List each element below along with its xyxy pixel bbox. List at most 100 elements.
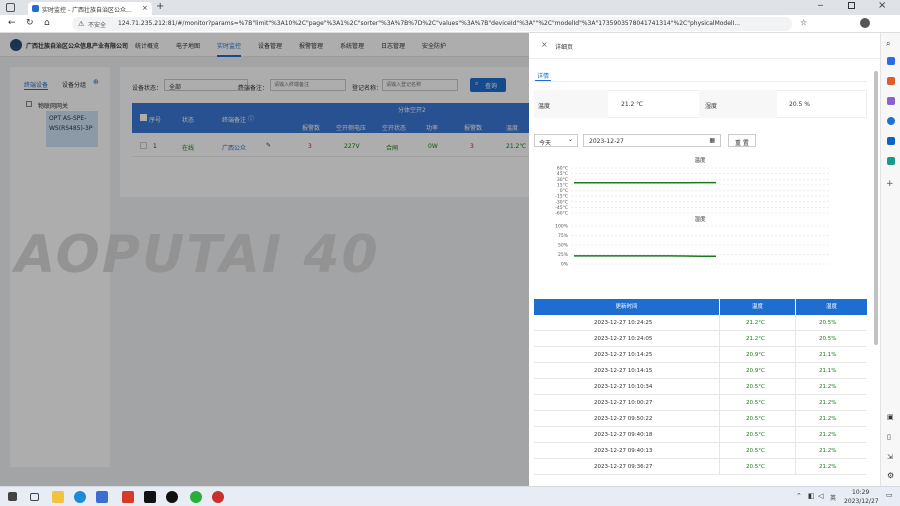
ime-lang[interactable]: 英 — [830, 493, 836, 502]
table-row: 2023-12-27 10:24:05 21.2°C 20.5% — [534, 331, 867, 347]
add-icon[interactable]: + — [886, 179, 894, 189]
warning-icon: ⚠ — [78, 20, 85, 28]
notification-icon[interactable]: ▭ — [886, 491, 893, 499]
outlook-icon[interactable] — [887, 137, 895, 145]
capcut-icon[interactable] — [144, 491, 156, 503]
wechat-icon[interactable] — [190, 491, 202, 503]
row-time: 2023-12-27 10:14:25 — [594, 352, 653, 358]
table-row: 2023-12-27 10:24:25 21.2°C 20.5% — [534, 315, 867, 331]
row-time: 2023-12-27 10:24:05 — [594, 336, 653, 342]
tag-icon[interactable] — [887, 57, 895, 65]
row-time: 2023-12-27 10:10:34 — [594, 384, 653, 390]
y-tick-label: 100% — [555, 224, 569, 230]
tab-close-icon[interactable]: × — [142, 4, 148, 12]
drawer-close-icon[interactable]: × — [541, 40, 548, 49]
date-picker[interactable]: 2023-12-27 ▦ — [583, 134, 721, 147]
column-divider — [719, 411, 720, 427]
edge-browser-icon[interactable] — [74, 491, 86, 503]
sidebar-toggle-icon[interactable]: ▯ — [887, 433, 891, 441]
network-icon[interactable]: ◧ — [808, 492, 815, 500]
row-time: 2023-12-27 09:36:27 — [594, 464, 653, 470]
shopping-icon[interactable] — [887, 77, 895, 85]
y-tick-label: 45°C — [557, 171, 568, 177]
y-tick-label: 75% — [558, 233, 569, 239]
row-time: 2023-12-27 10:00:27 — [594, 400, 653, 406]
tab-favicon-icon — [32, 5, 39, 12]
table-header-time: 更新时间 — [534, 299, 719, 315]
table-row: 2023-12-27 10:14:25 20.9°C 21.1% — [534, 347, 867, 363]
table-row: 2023-12-27 09:50:22 20.5°C 21.2% — [534, 411, 867, 427]
refresh-icon[interactable]: ↻ — [26, 18, 34, 28]
home-icon[interactable]: ⌂ — [44, 18, 50, 28]
settings-icon[interactable]: ⚙ — [887, 471, 894, 480]
drawer-title: 详细页 — [555, 44, 574, 51]
task-view-icon[interactable] — [30, 493, 39, 501]
reset-button[interactable]: 重 置 — [728, 134, 756, 147]
row-humidity: 21.2% — [819, 448, 837, 454]
clock-time[interactable]: 10:29 — [852, 489, 869, 496]
new-tab-icon[interactable]: + — [156, 1, 164, 12]
insecure-label: 不安全 — [88, 22, 107, 29]
row-time: 2023-12-27 10:24:25 — [594, 320, 653, 326]
store-icon[interactable] — [96, 491, 108, 503]
tools-icon[interactable] — [887, 97, 895, 105]
column-divider — [719, 395, 720, 411]
maximize-icon[interactable] — [848, 2, 855, 9]
chart-title: 温度 — [694, 156, 706, 164]
tiktok-icon[interactable] — [166, 491, 178, 503]
search-icon[interactable]: ⌕ — [886, 39, 890, 49]
table-row: 2023-12-27 09:40:13 20.5°C 21.2% — [534, 443, 867, 459]
row-time: 2023-12-27 10:14:15 — [594, 368, 653, 374]
row-temperature: 21.2°C — [746, 320, 765, 326]
humid-value: 20.5 % — [789, 101, 810, 108]
row-humidity: 21.1% — [819, 368, 837, 374]
tab-details[interactable]: 详情 — [537, 71, 549, 80]
table-row: 2023-12-27 09:36:27 20.5°C 21.2% — [534, 459, 867, 475]
url-field[interactable]: ⚠ 不安全 124.71.235.212:81/#/monitor?params… — [72, 17, 792, 31]
row-time: 2023-12-27 09:40:18 — [594, 432, 653, 438]
y-tick-label: 25% — [558, 252, 569, 258]
send-icon[interactable] — [887, 157, 895, 165]
tab-title: 实时监控 - 广西壮族自治区公众… — [42, 7, 132, 14]
table-row: 2023-12-27 09:40:18 20.5°C 21.2% — [534, 427, 867, 443]
recorder-icon[interactable] — [212, 491, 224, 503]
temp-label: 温度 — [538, 103, 551, 110]
column-divider — [795, 443, 796, 459]
drawer-divider — [529, 58, 880, 59]
profile-icon[interactable] — [860, 18, 870, 28]
row-humidity: 20.5% — [819, 320, 837, 326]
office-icon[interactable] — [887, 117, 895, 125]
tray-chevron-icon[interactable]: ⌃ — [796, 492, 802, 500]
temperature-chart: 温度60°C45°C30°C15°C0°C-15°C-30°C-45°C-60°… — [555, 156, 829, 215]
clock-date[interactable]: 2023/12/27 — [844, 498, 879, 505]
row-humidity: 21.2% — [819, 400, 837, 406]
column-divider — [795, 411, 796, 427]
column-divider — [795, 315, 796, 331]
file-explorer-icon[interactable] — [52, 491, 64, 503]
row-temperature: 20.9°C — [746, 368, 765, 374]
table-row: 2023-12-27 10:10:34 20.5°C 21.2% — [534, 379, 867, 395]
range-select[interactable]: 今天 ⌄ — [534, 134, 578, 147]
chevron-down-icon: ⌄ — [567, 136, 573, 143]
volume-icon[interactable]: ◁ — [818, 492, 823, 500]
window-menu-icon[interactable] — [6, 3, 15, 12]
split-screen-icon[interactable]: ▣ — [887, 413, 894, 421]
url-text: 124.71.235.212:81/#/monitor?params=%7B"l… — [118, 20, 741, 27]
table-row: 2023-12-27 10:14:15 20.9°C 21.1% — [534, 363, 867, 379]
column-divider — [719, 347, 720, 363]
row-temperature: 20.5°C — [746, 464, 765, 470]
column-divider — [795, 459, 796, 475]
close-window-icon[interactable]: × — [878, 0, 886, 11]
row-time: 2023-12-27 09:50:22 — [594, 416, 653, 422]
collapse-icon[interactable]: ⇲ — [887, 453, 893, 461]
drawer-scrollbar[interactable] — [874, 71, 878, 345]
wps-icon[interactable] — [122, 491, 134, 503]
tabs-divider — [534, 81, 867, 82]
browser-tab[interactable]: 实时监控 - 广西壮族自治区公众… × — [28, 2, 152, 15]
back-icon[interactable]: ← — [8, 18, 16, 28]
minimize-icon[interactable]: ─ — [818, 1, 823, 10]
column-divider — [719, 363, 720, 379]
extensions-icon[interactable]: ☆ — [800, 18, 807, 27]
column-divider — [719, 331, 720, 347]
start-icon[interactable] — [8, 492, 17, 501]
